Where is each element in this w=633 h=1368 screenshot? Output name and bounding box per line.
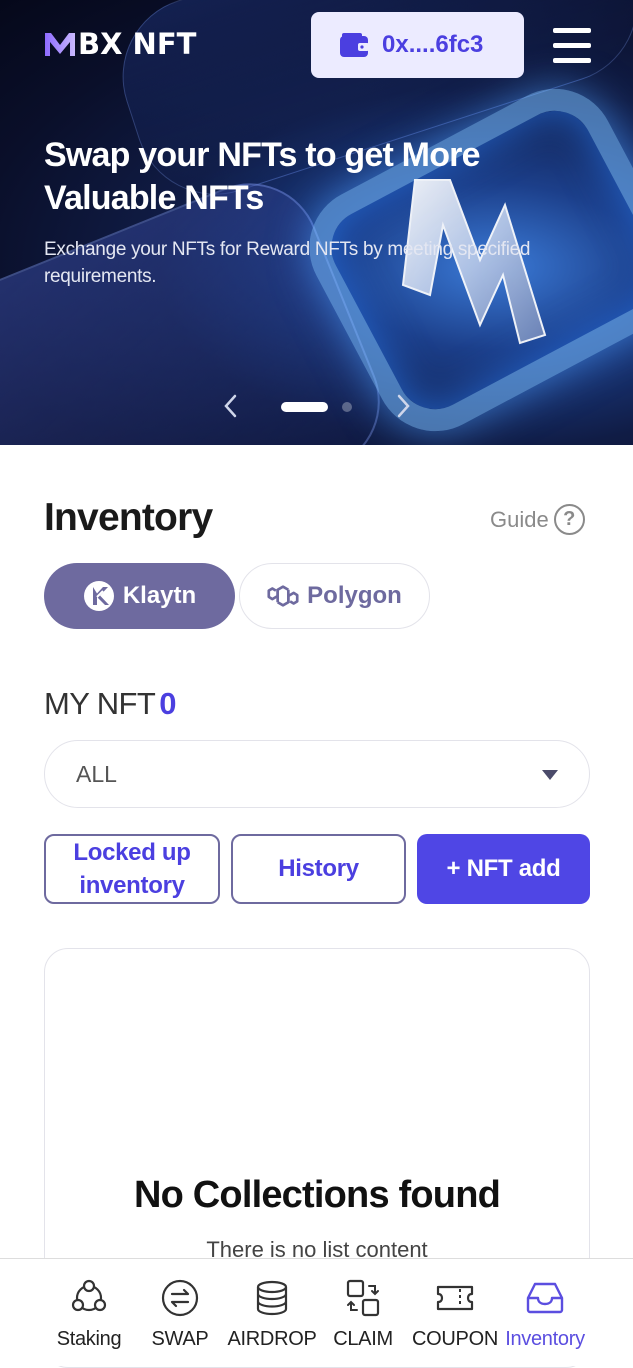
wallet-button[interactable]: 0x....6fc3 bbox=[311, 12, 524, 78]
tab-label: Klaytn bbox=[122, 582, 197, 609]
my-nft-heading: MY NFT 0 bbox=[44, 686, 176, 722]
nft-add-button[interactable]: + NFT add bbox=[417, 834, 590, 904]
nav-label: COUPON bbox=[412, 1328, 498, 1350]
claim-icon bbox=[346, 1279, 380, 1317]
guide-label: Guide bbox=[490, 506, 549, 532]
nav-item-airdrop[interactable]: AIRDROP bbox=[226, 1259, 318, 1367]
staking-icon bbox=[71, 1279, 107, 1312]
coupon-icon bbox=[436, 1285, 474, 1311]
nav-item-coupon[interactable]: COUPON bbox=[408, 1259, 502, 1367]
wallet-icon bbox=[340, 33, 369, 57]
nav-item-inventory[interactable]: Inventory bbox=[502, 1259, 588, 1367]
carousel-dot-active[interactable] bbox=[281, 402, 328, 412]
airdrop-icon bbox=[256, 1280, 288, 1316]
page-title: Inventory bbox=[44, 496, 213, 539]
nav-label: CLAIM bbox=[333, 1328, 393, 1350]
nav-item-swap[interactable]: SWAP bbox=[146, 1259, 214, 1367]
nav-label: Inventory bbox=[505, 1328, 585, 1350]
my-nft-count: 0 bbox=[159, 686, 176, 721]
empty-state-title: No Collections found bbox=[133, 1174, 501, 1216]
tab-klaytn[interactable]: Klaytn bbox=[44, 563, 235, 629]
nav-label: SWAP bbox=[151, 1328, 209, 1350]
swap-icon bbox=[161, 1279, 199, 1317]
nav-label: AIRDROP bbox=[227, 1328, 317, 1350]
inventory-icon bbox=[526, 1282, 564, 1314]
wallet-address: 0x....6fc3 bbox=[382, 31, 484, 58]
bottom-nav: Staking SWAP AIRDROP CLAIM COUPON Invent… bbox=[0, 1258, 633, 1366]
klaytn-icon bbox=[83, 581, 114, 611]
caret-down-icon bbox=[542, 770, 558, 780]
logo-m-icon bbox=[45, 33, 75, 56]
filter-value: ALL bbox=[76, 760, 117, 787]
hero-title: Swap your NFTs to get More Valuable NFTs bbox=[44, 136, 481, 217]
chevron-left-icon[interactable] bbox=[220, 392, 242, 420]
history-button[interactable]: History bbox=[231, 834, 406, 904]
tab-label: Polygon bbox=[307, 582, 402, 609]
guide-link[interactable]: Guide ? bbox=[490, 504, 585, 535]
nav-item-claim[interactable]: CLAIM bbox=[330, 1259, 396, 1367]
collection-filter-select[interactable]: ALL bbox=[44, 740, 590, 808]
carousel-dot[interactable] bbox=[342, 402, 352, 412]
nav-item-staking[interactable]: Staking bbox=[53, 1259, 125, 1367]
hamburger-menu-icon[interactable] bbox=[553, 28, 591, 64]
nav-label: Staking bbox=[56, 1328, 122, 1350]
tab-polygon[interactable]: Polygon bbox=[239, 563, 430, 629]
logo-text: BX NFT bbox=[78, 27, 197, 61]
question-icon: ? bbox=[553, 504, 585, 535]
polygon-icon bbox=[267, 585, 299, 607]
chevron-right-icon[interactable] bbox=[392, 392, 414, 420]
hero-subtitle: Exchange your NFTs for Reward NFTs by me… bbox=[44, 239, 531, 287]
mbx-logo[interactable]: BX NFT bbox=[44, 28, 196, 60]
locked-inventory-button[interactable]: Locked up inventory bbox=[44, 834, 220, 904]
my-nft-label: MY NFT bbox=[44, 686, 156, 721]
hero-banner: BX NFT 0x....6fc3 Swap your NFTs to get … bbox=[0, 0, 633, 445]
